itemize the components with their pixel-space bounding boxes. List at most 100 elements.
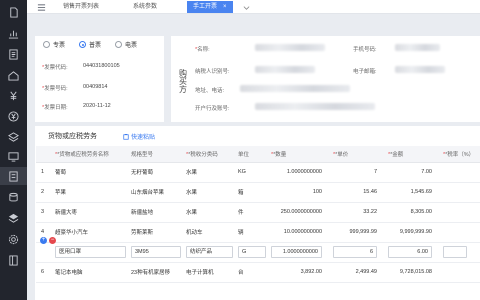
tax-rate-cell[interactable] — [438, 262, 480, 283]
buyer-name-field[interactable] — [255, 44, 325, 51]
qty-cell[interactable]: 1.0000000000 — [266, 242, 328, 263]
tax-class-cell: 水果 — [181, 162, 233, 183]
tax-rate-cell[interactable] — [438, 202, 480, 223]
tab-system-params[interactable]: 系统参数 — [127, 1, 163, 13]
stack-icon[interactable] — [0, 209, 27, 227]
table-row[interactable]: 2 苹果 山东烟台苹果 水果箱 100 15.46 1,545.69 — [36, 182, 480, 203]
buyer-name-label: *名称: — [195, 47, 210, 53]
invoice-date-label: *发票日期: — [42, 105, 68, 111]
document-icon[interactable] — [0, 3, 27, 21]
amount-cell[interactable]: 6.00 — [383, 242, 438, 263]
col-unit: 单位 — [233, 146, 266, 163]
buyer-address-label: 地址、电话: — [195, 88, 225, 94]
row-index: 2 — [36, 182, 50, 203]
board-icon[interactable] — [0, 147, 27, 165]
tax-rate-input[interactable] — [443, 246, 467, 258]
buyer-bank-field[interactable] — [255, 103, 375, 110]
tab-manual-invoice[interactable]: 手工开票 × — [187, 1, 233, 13]
price-cell[interactable]: 6 — [328, 242, 383, 263]
goods-name-cell: 苹果 — [50, 182, 126, 203]
buyer-address-field[interactable] — [240, 85, 350, 92]
tax-class-cell-input[interactable]: 纺织产品 — [186, 246, 233, 258]
quick-paste-link[interactable]: 快速粘贴 — [123, 132, 155, 141]
tax-class-cell[interactable]: 纺织产品 — [181, 242, 233, 263]
table-row[interactable]: 6 笔记本电脑 23种有机家居移 电子计算机台 3,892.00 2,499.49 9,72… — [36, 262, 480, 283]
settings-icon[interactable] — [0, 230, 27, 248]
invoice-date-value[interactable]: 2020-11-12 — [83, 103, 111, 109]
goods-name-cell: 超豪华小汽车 — [50, 222, 126, 243]
unit-cell: 辆 — [233, 222, 266, 243]
invoice-icon[interactable] — [0, 45, 27, 63]
yuan-icon[interactable] — [0, 86, 27, 104]
spec-cell[interactable]: 3M95 — [126, 242, 181, 263]
paste-icon — [123, 133, 129, 140]
tax-rate-cell[interactable] — [438, 242, 480, 263]
tax-rate-cell[interactable] — [438, 162, 480, 183]
amount-cell-input[interactable]: 6.00 — [388, 246, 432, 258]
price-cell-input[interactable]: 6 — [333, 246, 377, 258]
table-row[interactable]: 1 葡萄 无籽葡萄 水果 KG 1.0000000000 7 7.00 — [36, 162, 480, 183]
unit-cell[interactable]: G — [233, 242, 266, 263]
invoice-number-value[interactable]: 00409814 — [83, 84, 107, 90]
close-icon[interactable]: × — [223, 4, 227, 10]
qty-cell: 250.0000000000 — [266, 202, 328, 223]
database-icon[interactable] — [0, 188, 27, 206]
tab-bar: 销售开票列表 系统参数 手工开票 × — [27, 0, 480, 14]
goods-table: **货物或应税劳务名称 规格型号 **税收分类码 单位 **数量 **单价 **… — [36, 146, 480, 283]
amount-cell: 8,305.00 — [383, 202, 438, 223]
price-cell: 33.22 — [328, 202, 383, 223]
tax-rate-cell[interactable] — [438, 182, 480, 203]
chart-icon[interactable] — [0, 24, 27, 42]
add-row-button[interactable]: + — [40, 237, 47, 244]
col-tax-rate: **税率（%） — [438, 146, 480, 163]
book-icon[interactable] — [0, 251, 27, 269]
delete-row-button[interactable]: − — [49, 237, 56, 244]
menu-toggle-icon[interactable] — [35, 1, 47, 13]
spec-cell: 劳斯莱斯 — [126, 222, 181, 243]
row-index: 3 — [36, 202, 50, 223]
buyer-section-title: 购买方 — [179, 69, 187, 94]
goods-name-cell: 葡萄 — [50, 162, 126, 183]
goods-section-title: 货物或应税劳务 — [48, 133, 97, 140]
col-qty: **数量 — [266, 146, 328, 163]
radio-special-invoice[interactable]: 专票 — [43, 40, 65, 49]
layers-icon[interactable] — [0, 128, 27, 146]
yuan-circle-icon[interactable] — [0, 107, 27, 125]
tax-class-cell: 水果 — [181, 202, 233, 223]
amount-cell: 9,728,015.08 — [383, 262, 438, 283]
spec-cell: 山东烟台苹果 — [126, 182, 181, 203]
invoice-number-label: *发票号码: — [42, 86, 68, 92]
email-field[interactable] — [395, 66, 445, 73]
spec-cell-input[interactable]: 3M95 — [131, 246, 181, 258]
chevron-down-icon[interactable] — [241, 2, 251, 12]
phone-label: 手机号码: — [353, 47, 377, 53]
amount-cell: 1,545.69 — [383, 182, 438, 203]
col-spec: 规格型号 — [126, 146, 181, 163]
table-row[interactable]: 医用口罩 3M95 纺织产品 G 1.0000000000 6 6.00 — [36, 242, 480, 263]
table-row[interactable]: 4 超豪华小汽车 劳斯莱斯 机动车辆 10.0000000000 999,999.99 9,… — [36, 222, 480, 243]
col-goods-name: **货物或应税劳务名称 — [50, 146, 126, 163]
tax-class-cell: 机动车 — [181, 222, 233, 243]
home-icon[interactable] — [0, 66, 27, 84]
tax-rate-cell[interactable] — [438, 222, 480, 243]
buyer-taxid-field[interactable] — [255, 66, 315, 73]
row-index[interactable] — [36, 242, 50, 263]
phone-field[interactable] — [395, 44, 440, 51]
table-row[interactable]: 3 新疆大枣 新疆盐地 水果件 250.0000000000 33.22 8,305.00 — [36, 202, 480, 223]
spec-cell: 无籽葡萄 — [126, 162, 181, 183]
spec-cell: 23种有机家居移 — [126, 262, 181, 283]
radio-e-invoice[interactable]: 电票 — [115, 40, 137, 49]
invoice-code-label: *发票代码: — [42, 65, 68, 71]
qty-cell-input[interactable]: 1.0000000000 — [271, 246, 322, 258]
radio-normal-invoice[interactable]: 普票 — [79, 40, 101, 49]
goods-name-cell-input[interactable]: 医用口罩 — [55, 246, 126, 258]
invoice-type-radio-group: 专票 普票 电票 — [43, 40, 137, 49]
buyer-bank-label: 开户行及账号: — [195, 106, 230, 112]
tax-class-cell: 电子计算机 — [181, 262, 233, 283]
ticket-icon[interactable] — [0, 167, 27, 185]
goods-name-cell[interactable]: 医用口罩 — [50, 242, 126, 263]
invoice-code-value[interactable]: 044031800105 — [83, 63, 120, 69]
tab-sales-invoice-list[interactable]: 销售开票列表 — [57, 1, 105, 13]
qty-cell: 100 — [266, 182, 328, 203]
unit-cell-input[interactable]: G — [238, 246, 266, 258]
